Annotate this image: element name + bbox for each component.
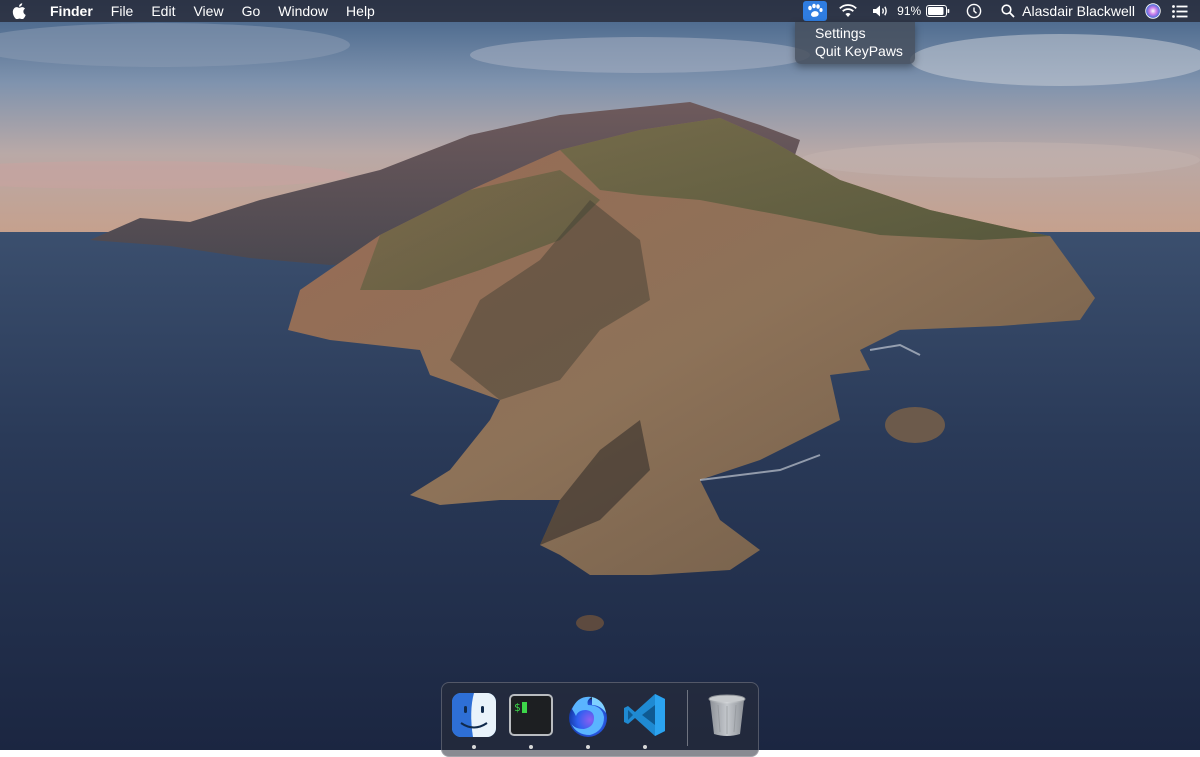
dock-vscode-icon[interactable] [621, 691, 669, 739]
running-indicator [529, 745, 533, 749]
menu-help[interactable]: Help [337, 0, 384, 22]
menu-edit[interactable]: Edit [142, 0, 184, 22]
wifi-icon[interactable] [838, 0, 858, 22]
running-indicator [586, 745, 590, 749]
keypaws-menu-dropdown: Settings Quit KeyPaws [795, 22, 915, 64]
menu-go[interactable]: Go [233, 0, 270, 22]
running-indicator [472, 745, 476, 749]
desktop-wallpaper [0, 0, 1200, 750]
menu-view[interactable]: View [184, 0, 232, 22]
battery-icon[interactable] [926, 0, 950, 22]
notification-center-icon[interactable] [1172, 0, 1188, 22]
dock-finder-icon[interactable] [450, 691, 498, 739]
keypaws-paw-icon[interactable] [803, 1, 828, 21]
volume-icon[interactable] [872, 0, 890, 22]
clock-icon[interactable] [966, 0, 982, 22]
current-user-name[interactable]: Alasdair Blackwell [1022, 0, 1135, 22]
dock: $ [441, 682, 759, 757]
siri-icon[interactable] [1145, 0, 1161, 22]
dock-firefox-icon[interactable] [564, 691, 612, 739]
battery-percent: 91% [897, 4, 922, 18]
dock-separator [687, 690, 688, 746]
menu-bar: Finder File Edit View Go Window Help 91%… [0, 0, 1200, 22]
menu-file[interactable]: File [102, 0, 143, 22]
menu-window[interactable]: Window [269, 0, 337, 22]
dock-trash-icon[interactable] [703, 691, 751, 739]
svg-text:$: $ [514, 701, 521, 714]
menu-item-quit-keypaws[interactable]: Quit KeyPaws [815, 42, 903, 60]
running-indicator [643, 745, 647, 749]
apple-logo-icon[interactable] [12, 0, 40, 22]
spotlight-search-icon[interactable] [1001, 0, 1015, 22]
menu-app-finder[interactable]: Finder [40, 0, 102, 22]
dock-terminal-icon[interactable]: $ [507, 691, 555, 739]
menu-item-settings[interactable]: Settings [815, 24, 866, 42]
